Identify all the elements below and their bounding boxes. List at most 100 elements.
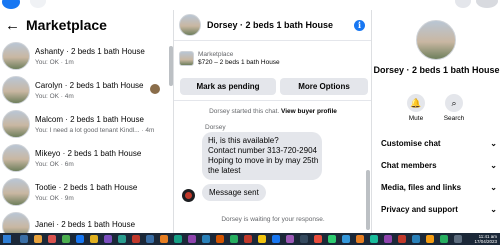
- chat-list-item[interactable]: Tootie · 2 beds 1 bath House You: OK · 9…: [2, 174, 170, 210]
- outgoing-message-bubble: Message sent: [202, 184, 266, 201]
- top-bar: [0, 0, 500, 10]
- chat-preview: You: OK · 4m: [35, 92, 74, 100]
- taskbar-app-icon[interactable]: [160, 235, 168, 243]
- taskbar-app-icon[interactable]: [188, 235, 196, 243]
- chat-list-item[interactable]: Janei · 2 beds 1 bath House: [2, 208, 170, 233]
- search-icon: ⌕: [445, 94, 463, 112]
- message-line: Hoping to move in by may 25th: [208, 156, 319, 165]
- taskbar-app-icon[interactable]: [342, 235, 350, 243]
- section-label: Customise chat: [381, 138, 441, 148]
- chat-name: Ashanty · 2 beds 1 bath House: [35, 46, 145, 56]
- chat-list-item[interactable]: Carolyn · 2 beds 1 bath House You: OK · …: [2, 72, 170, 108]
- avatar: [2, 76, 30, 104]
- taskbar-app-icon[interactable]: [230, 235, 238, 243]
- chat-name: Janei · 2 beds 1 bath House: [35, 220, 136, 229]
- taskbar-app-icon[interactable]: [314, 235, 322, 243]
- chat-details-panel: Dorsey · 2 beds 1 bath House 🔔 Mute ⌕ Se…: [373, 10, 500, 233]
- chat-list-item[interactable]: Malcom · 2 beds 1 bath House You: I need…: [2, 106, 170, 142]
- listing-thumbnail: [179, 50, 194, 66]
- taskbar-app-icon[interactable]: [244, 235, 252, 243]
- conversation-header: Dorsey · 2 beds 1 bath House i: [174, 10, 371, 41]
- taskbar-app-icon[interactable]: [398, 235, 406, 243]
- chat-name: Mikeyo · 2 beds 1 bath House: [35, 148, 142, 158]
- account-avatar[interactable]: [476, 0, 498, 8]
- taskbar-app-icon[interactable]: [272, 235, 280, 243]
- taskbar-app-icon[interactable]: [48, 235, 56, 243]
- start-button-icon[interactable]: [3, 235, 11, 243]
- taskbar-app-icon[interactable]: [328, 235, 336, 243]
- back-arrow-icon[interactable]: ←: [5, 18, 20, 33]
- customise-chat-section[interactable]: Customise chat ⌄: [381, 136, 497, 150]
- chat-preview: You: OK · 6m: [35, 160, 74, 168]
- listing-label: Marketplace: [198, 50, 234, 58]
- taskbar-app-icon[interactable]: [132, 235, 140, 243]
- privacy-support-section[interactable]: Privacy and support ⌄: [381, 202, 497, 216]
- taskbar-app-icon[interactable]: [426, 235, 434, 243]
- taskbar-app-icon[interactable]: [258, 235, 266, 243]
- message-sender: Dorsey: [205, 124, 226, 131]
- more-options-button[interactable]: More Options: [280, 78, 368, 95]
- taskbar-app-icon[interactable]: [370, 235, 378, 243]
- taskbar-app-icon[interactable]: [104, 235, 112, 243]
- avatar: [2, 212, 30, 233]
- taskbar-app-icon[interactable]: [118, 235, 126, 243]
- taskbar-clock[interactable]: 11:41 am 17/04/2023: [474, 234, 497, 244]
- chevron-down-icon: ⌄: [490, 160, 497, 170]
- notifications-icon[interactable]: [455, 0, 471, 8]
- chevron-down-icon: ⌄: [490, 204, 497, 214]
- avatar: [182, 189, 195, 202]
- conversation-scrollbar[interactable]: [366, 170, 370, 230]
- chat-list-item[interactable]: Ashanty · 2 beds 1 bath House You: OK · …: [2, 38, 170, 74]
- taskbar-app-icon[interactable]: [454, 235, 462, 243]
- avatar: [2, 144, 30, 172]
- taskbar-app-icon[interactable]: [300, 235, 308, 243]
- section-label: Chat members: [381, 160, 437, 170]
- taskbar-app-icon[interactable]: [34, 235, 42, 243]
- view-buyer-profile-link[interactable]: View buyer profile: [281, 108, 337, 115]
- message-line: Contact number 313-720-2904: [208, 146, 317, 155]
- chat-members-section[interactable]: Chat members ⌄: [381, 158, 497, 172]
- chat-preview: You: OK · 9m: [35, 194, 74, 202]
- taskbar-app-icon[interactable]: [146, 235, 154, 243]
- avatar[interactable]: [179, 14, 201, 36]
- taskbar-app-icon[interactable]: [440, 235, 448, 243]
- avatar: [2, 110, 30, 138]
- info-icon[interactable]: i: [354, 20, 365, 31]
- clock-date: 17/04/2023: [474, 239, 497, 244]
- section-label: Privacy and support: [381, 204, 458, 214]
- facebook-logo-icon[interactable]: [2, 0, 20, 9]
- section-label: Media, files and links: [381, 182, 462, 192]
- avatar[interactable]: [416, 20, 456, 60]
- taskbar-app-icon[interactable]: [286, 235, 294, 243]
- taskbar-app-icon[interactable]: [90, 235, 98, 243]
- mark-as-pending-button[interactable]: Mark as pending: [180, 78, 276, 95]
- chevron-down-icon: ⌄: [490, 182, 497, 192]
- taskbar-app-icon[interactable]: [412, 235, 420, 243]
- taskbar-app-icon[interactable]: [20, 235, 28, 243]
- taskbar-app-icon[interactable]: [202, 235, 210, 243]
- mute-button[interactable]: 🔔 Mute: [401, 94, 431, 122]
- windows-taskbar: 11:41 am 17/04/2023: [0, 233, 500, 245]
- mute-label: Mute: [408, 115, 424, 122]
- listing-card[interactable]: Marketplace $720 – 2 beds 1 bath House: [179, 46, 367, 70]
- chat-list-item[interactable]: Mikeyo · 2 beds 1 bath House You: OK · 6…: [2, 140, 170, 176]
- taskbar-app-icon[interactable]: [216, 235, 224, 243]
- conversation-title[interactable]: Dorsey · 2 beds 1 bath House: [207, 20, 333, 30]
- taskbar-app-icon[interactable]: [356, 235, 364, 243]
- message-line: Hi, is this available?: [208, 136, 279, 145]
- mute-bell-icon: 🔔: [407, 94, 425, 112]
- waiting-notice: Dorsey is waiting for your response.: [221, 216, 325, 223]
- taskbar-app-icon[interactable]: [174, 235, 182, 243]
- marketplace-header: ← Marketplace: [5, 16, 107, 34]
- message-line: the latest: [208, 166, 241, 175]
- taskbar-app-icon[interactable]: [62, 235, 70, 243]
- media-files-links-section[interactable]: Media, files and links ⌄: [381, 180, 497, 194]
- search-icon[interactable]: [30, 0, 46, 8]
- chat-name: Malcom · 2 beds 1 bath House: [35, 114, 144, 124]
- search-in-chat-button[interactable]: ⌕ Search: [439, 94, 469, 122]
- chevron-down-icon: ⌄: [490, 138, 497, 148]
- chat-list-scrollbar[interactable]: [169, 46, 173, 86]
- divider: [174, 100, 371, 101]
- taskbar-app-icon[interactable]: [76, 235, 84, 243]
- taskbar-app-icon[interactable]: [384, 235, 392, 243]
